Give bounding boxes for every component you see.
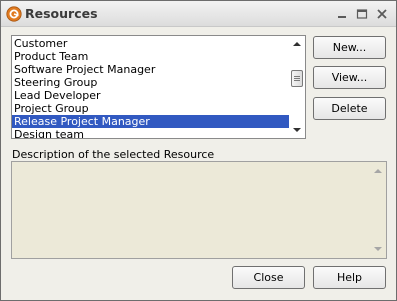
list-item[interactable]: Steering Group [12, 76, 289, 89]
list-item[interactable]: Design team [12, 128, 289, 138]
scroll-up-arrow-icon[interactable] [289, 37, 305, 51]
delete-button[interactable]: Delete [313, 97, 386, 120]
description-label: Description of the selected Resource [12, 148, 215, 161]
title-bar[interactable]: Resources [1, 1, 396, 27]
close-button[interactable]: Close [232, 266, 305, 289]
list-scrollbar[interactable] [289, 36, 305, 138]
scrollbar-thumb[interactable] [291, 70, 303, 87]
close-icon[interactable] [375, 7, 389, 21]
scroll-up-arrow-icon[interactable] [370, 164, 386, 178]
app-logo-icon [6, 6, 22, 22]
list-item[interactable]: Project Group [12, 102, 289, 115]
view-button[interactable]: View... [313, 66, 386, 89]
description-field[interactable] [11, 161, 387, 259]
maximize-icon[interactable] [355, 7, 369, 21]
window-title: Resources [25, 6, 98, 21]
help-button[interactable]: Help [313, 266, 386, 289]
list-item[interactable]: Lead Developer [12, 89, 289, 102]
scroll-down-arrow-icon[interactable] [370, 242, 386, 256]
list-item[interactable]: Software Project Manager [12, 63, 289, 76]
list-item[interactable]: Release Project Manager [12, 115, 289, 128]
scroll-down-arrow-icon[interactable] [289, 123, 305, 137]
resources-list: Customer Product Team Software Project M… [12, 37, 289, 138]
new-button[interactable]: New... [313, 36, 386, 59]
list-item[interactable]: Product Team [12, 50, 289, 63]
list-item[interactable]: Customer [12, 37, 289, 50]
resources-dialog: Resources Customer Product Team Software… [0, 0, 397, 301]
resources-listbox[interactable]: Customer Product Team Software Project M… [11, 35, 306, 139]
minimize-icon[interactable] [335, 7, 349, 21]
description-scrollbar[interactable] [370, 162, 386, 258]
